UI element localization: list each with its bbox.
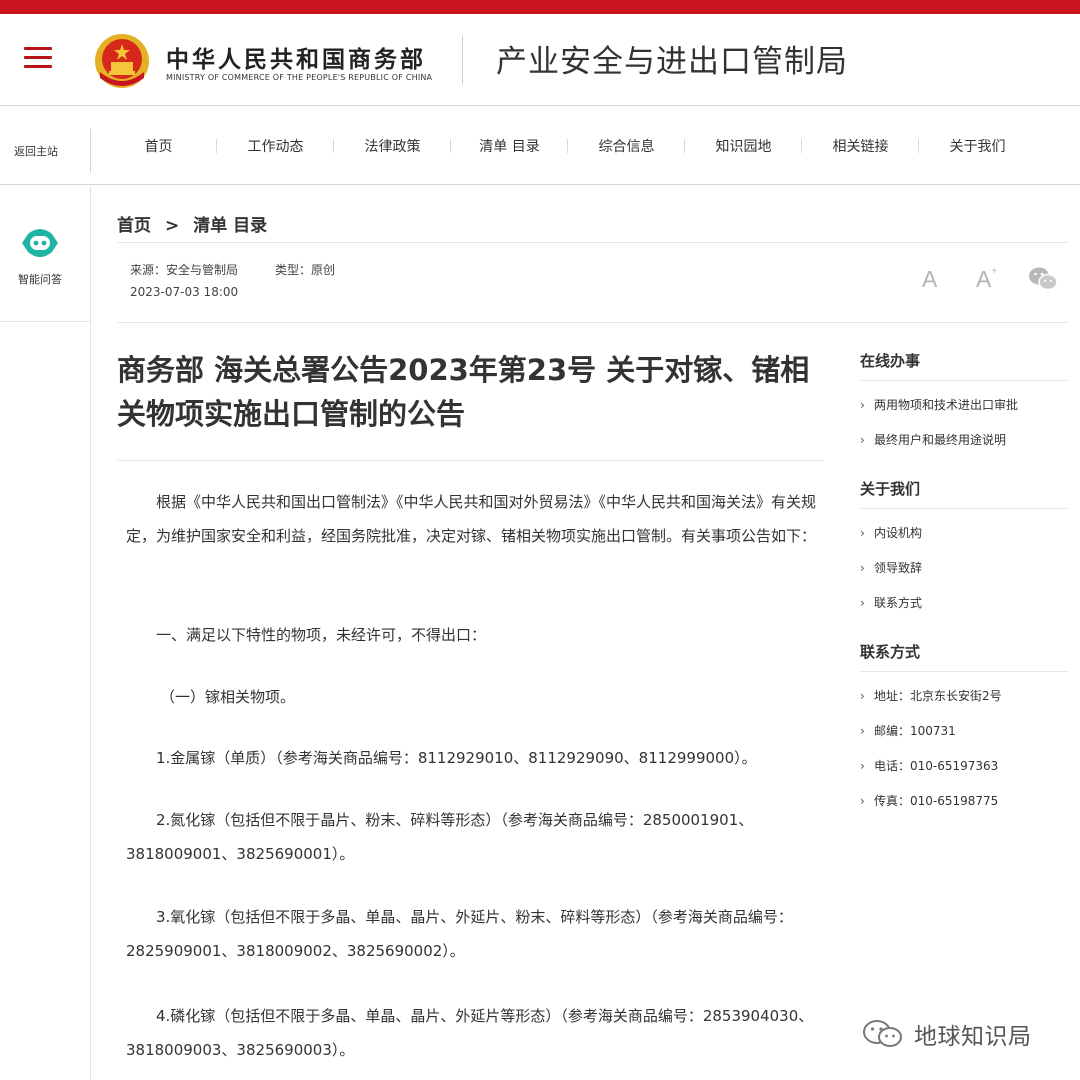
title-divider	[117, 460, 824, 461]
sidebar-title-online-services: 在线办事	[860, 352, 921, 370]
nav-item-home[interactable]: 首页	[100, 136, 217, 156]
sidebar-contact-phone: › 电话：010-65197363	[860, 759, 999, 773]
article-source: 来源：安全与管制局	[130, 263, 239, 277]
sidebar-link-departments[interactable]: › 内设机构	[860, 524, 922, 541]
chevron-right-icon: ›	[860, 398, 865, 412]
left-side-panel: 智能问答	[0, 186, 91, 1080]
font-increase-plus: +	[991, 266, 998, 278]
article-type: 类型：原创	[275, 263, 336, 277]
breadcrumb-home[interactable]: 首页	[117, 216, 151, 236]
breadcrumb-current[interactable]: 清单 目录	[193, 216, 267, 236]
nav-item-lists-catalogs[interactable]: 清单 目录	[451, 136, 568, 156]
nav-item-knowledge[interactable]: 知识园地	[685, 136, 802, 156]
article-paragraph-item-1: 1.金属镓（单质）（参考海关商品编号：8112929010、8112929090…	[156, 749, 757, 767]
nav-item-work-news[interactable]: 工作动态	[217, 136, 334, 156]
sidebar-contact-postcode: › 邮编：100731	[860, 724, 956, 738]
nav-item-general-info[interactable]: 综合信息	[568, 136, 685, 156]
watermark-text: 地球知识局	[914, 1024, 1032, 1050]
font-increase-button[interactable]: A+	[976, 266, 997, 293]
article-paragraph-item-2: 2.氮化镓（包括但不限于晶片、粉末、碎料等形态）（参考海关商品编号：285000…	[126, 811, 754, 863]
nav-item-about-us[interactable]: 关于我们	[919, 136, 1036, 156]
ministry-name-en: MINISTRY OF COMMERCE OF THE PEOPLE'S REP…	[166, 73, 433, 82]
sidebar-link-leader-address[interactable]: › 领导致辞	[860, 559, 922, 576]
article-paragraph-gallium-heading: （一）镓相关物项。	[160, 688, 296, 706]
breadcrumb-divider	[117, 242, 1068, 243]
chevron-right-icon: ›	[860, 759, 865, 773]
article-paragraph-item-3: 3.氧化镓（包括但不限于多晶、单晶、晶片、外延片、粉末、碎料等形态）（参考海关商…	[126, 908, 793, 960]
meta-divider	[117, 322, 1068, 323]
watermark: 地球知识局	[862, 1014, 1032, 1054]
chevron-right-icon: ›	[860, 724, 865, 738]
ministry-name-cn: 中华人民共和国商务部	[166, 47, 426, 73]
chevron-right-icon: ›	[860, 561, 865, 575]
sidebar-divider	[860, 508, 1068, 509]
smart-qa-label: 智能问答	[18, 273, 62, 286]
hamburger-menu-icon[interactable]	[24, 47, 54, 71]
sidebar-link-dual-use-approval[interactable]: › 两用物项和技术进出口审批	[860, 396, 1018, 413]
article-paragraph-item-4: 4.磷化镓（包括但不限于多晶、单晶、晶片、外延片等形态）（参考海关商品编号：28…	[126, 1007, 814, 1059]
top-red-strip	[0, 0, 1080, 14]
robot-chat-icon	[22, 229, 58, 257]
chevron-right-icon: ›	[860, 689, 865, 703]
chevron-right-icon: ›	[860, 433, 865, 447]
sidebar-link-end-user-statement[interactable]: › 最终用户和最终用途说明	[860, 431, 1006, 448]
bureau-title: 产业安全与进出口管制局	[496, 44, 848, 80]
article-date: 2023-07-03 18:00	[130, 285, 239, 299]
nav-divider	[90, 129, 91, 173]
national-emblem-icon	[95, 34, 149, 88]
sidebar-link-contact[interactable]: › 联系方式	[860, 594, 922, 611]
sidebar-contact-address: › 地址：北京东长安街2号	[860, 689, 1002, 703]
nav-item-laws-policies[interactable]: 法律政策	[334, 136, 451, 156]
breadcrumb-separator: >	[165, 216, 180, 236]
article-title: 商务部 海关总署公告2023年第23号 关于对镓、锗相关物项实施出口管制的公告	[117, 353, 810, 431]
smart-qa-button[interactable]: 智能问答	[0, 186, 90, 322]
site-header: 中华人民共和国商务部 MINISTRY OF COMMERCE OF THE P…	[0, 14, 1080, 106]
font-decrease-button[interactable]: A	[922, 266, 937, 293]
sidebar-divider	[860, 671, 1068, 672]
sidebar-divider	[860, 380, 1068, 381]
return-home-link[interactable]: 返回主站	[14, 143, 58, 159]
font-increase-label: A	[976, 266, 992, 292]
nav-items: 首页 工作动态 法律政策 清单 目录 综合信息 知识园地 相关链接 关于我们	[100, 107, 1036, 185]
chevron-right-icon: ›	[860, 794, 865, 808]
wechat-share-icon[interactable]	[1028, 266, 1058, 292]
sidebar-contact-fax: › 传真：010-65198775	[860, 794, 999, 808]
breadcrumb: 首页 > 清单 目录	[117, 211, 267, 236]
nav-item-related-links[interactable]: 相关链接	[802, 136, 919, 156]
chevron-right-icon: ›	[860, 596, 865, 610]
header-divider	[462, 36, 463, 84]
sidebar-title-contact: 联系方式	[860, 643, 921, 661]
article-paragraph-clause-1: 一、满足以下特性的物项，未经许可，不得出口：	[156, 626, 487, 644]
wechat-watermark-icon	[863, 1020, 902, 1047]
article-paragraph-intro: 根据《中华人民共和国出口管制法》《中华人民共和国对外贸易法》《中华人民共和国海关…	[126, 493, 817, 545]
sidebar-title-about-us: 关于我们	[860, 480, 921, 498]
chevron-right-icon: ›	[860, 526, 865, 540]
main-navbar: 返回主站 首页 工作动态 法律政策 清单 目录 综合信息 知识园地 相关链接 关…	[0, 107, 1080, 185]
